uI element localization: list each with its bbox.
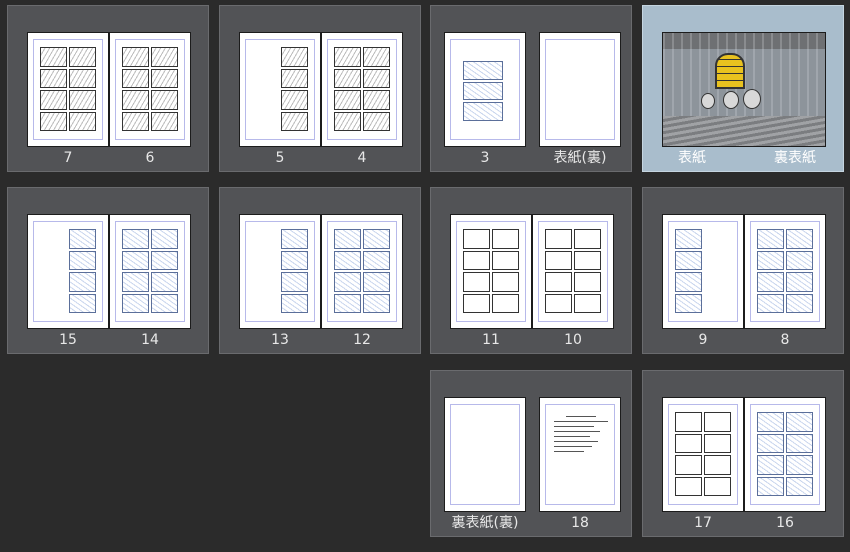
page-number-label: 8 [780, 332, 790, 348]
page-thumbnail[interactable] [27, 214, 109, 329]
page-thumbnail[interactable] [109, 32, 191, 147]
spread-back-cover-inner-18[interactable]: 裏表紙(裏) 18 [430, 370, 632, 537]
page-thumbnail[interactable] [450, 214, 532, 329]
page-number-label: 4 [357, 150, 367, 166]
page-thumbnail[interactable] [662, 397, 744, 512]
page-number-label: 表紙(裏) [553, 150, 607, 166]
page-number-label: 15 [59, 332, 77, 348]
page-thumbnail[interactable] [27, 32, 109, 147]
page-thumbnail[interactable] [444, 32, 526, 147]
spread-11-10[interactable]: 11 10 [430, 187, 632, 354]
page-thumbnail[interactable] [321, 214, 403, 329]
spread-9-8[interactable]: 9 8 [642, 187, 844, 354]
page-thumbnail[interactable] [539, 32, 621, 147]
page-thumbnail[interactable] [321, 32, 403, 147]
page-number-label: 18 [571, 515, 589, 531]
page-number-label: 16 [776, 515, 794, 531]
spread-15-14[interactable]: 15 14 [7, 187, 209, 354]
page-name-label: 裏表紙 [774, 150, 816, 166]
page-thumbnail[interactable] [532, 214, 614, 329]
page-number-label: 5 [275, 150, 285, 166]
page-thumbnail[interactable] [239, 214, 321, 329]
page-number-label: 12 [353, 332, 371, 348]
page-thumbnail[interactable] [744, 214, 826, 329]
page-thumbnail[interactable] [539, 397, 621, 512]
page-thumbnail[interactable] [744, 397, 826, 512]
page-number-label: 13 [271, 332, 289, 348]
page-thumbnail[interactable] [109, 214, 191, 329]
window-illustration [715, 53, 745, 89]
page-number-label: 17 [694, 515, 712, 531]
page-number-label: 3 [480, 150, 490, 166]
page-name-label: 表紙 [678, 150, 706, 166]
spread-13-12[interactable]: 13 12 [219, 187, 421, 354]
page-thumbnail[interactable] [239, 32, 321, 147]
page-number-label: 6 [145, 150, 155, 166]
page-number-label: 14 [141, 332, 159, 348]
page-number-label: 11 [482, 332, 500, 348]
page-number-label: 10 [564, 332, 582, 348]
page-name-label: 裏表紙(裏) [451, 515, 519, 531]
spread-7-6[interactable]: 7 6 [7, 5, 209, 172]
spread-17-16[interactable]: 17 16 [642, 370, 844, 537]
page-number-label: 9 [698, 332, 708, 348]
cover-illustration [662, 32, 826, 147]
spread-5-4[interactable]: 5 4 [219, 5, 421, 172]
page-thumbnail[interactable] [662, 214, 744, 329]
page-number-label: 7 [63, 150, 73, 166]
spread-cover[interactable]: 表紙 裏表紙 [642, 5, 844, 172]
colophon-text [554, 416, 608, 456]
spread-3-cover-back-inner[interactable]: 3 表紙(裏) [430, 5, 632, 172]
page-thumbnail[interactable] [444, 397, 526, 512]
